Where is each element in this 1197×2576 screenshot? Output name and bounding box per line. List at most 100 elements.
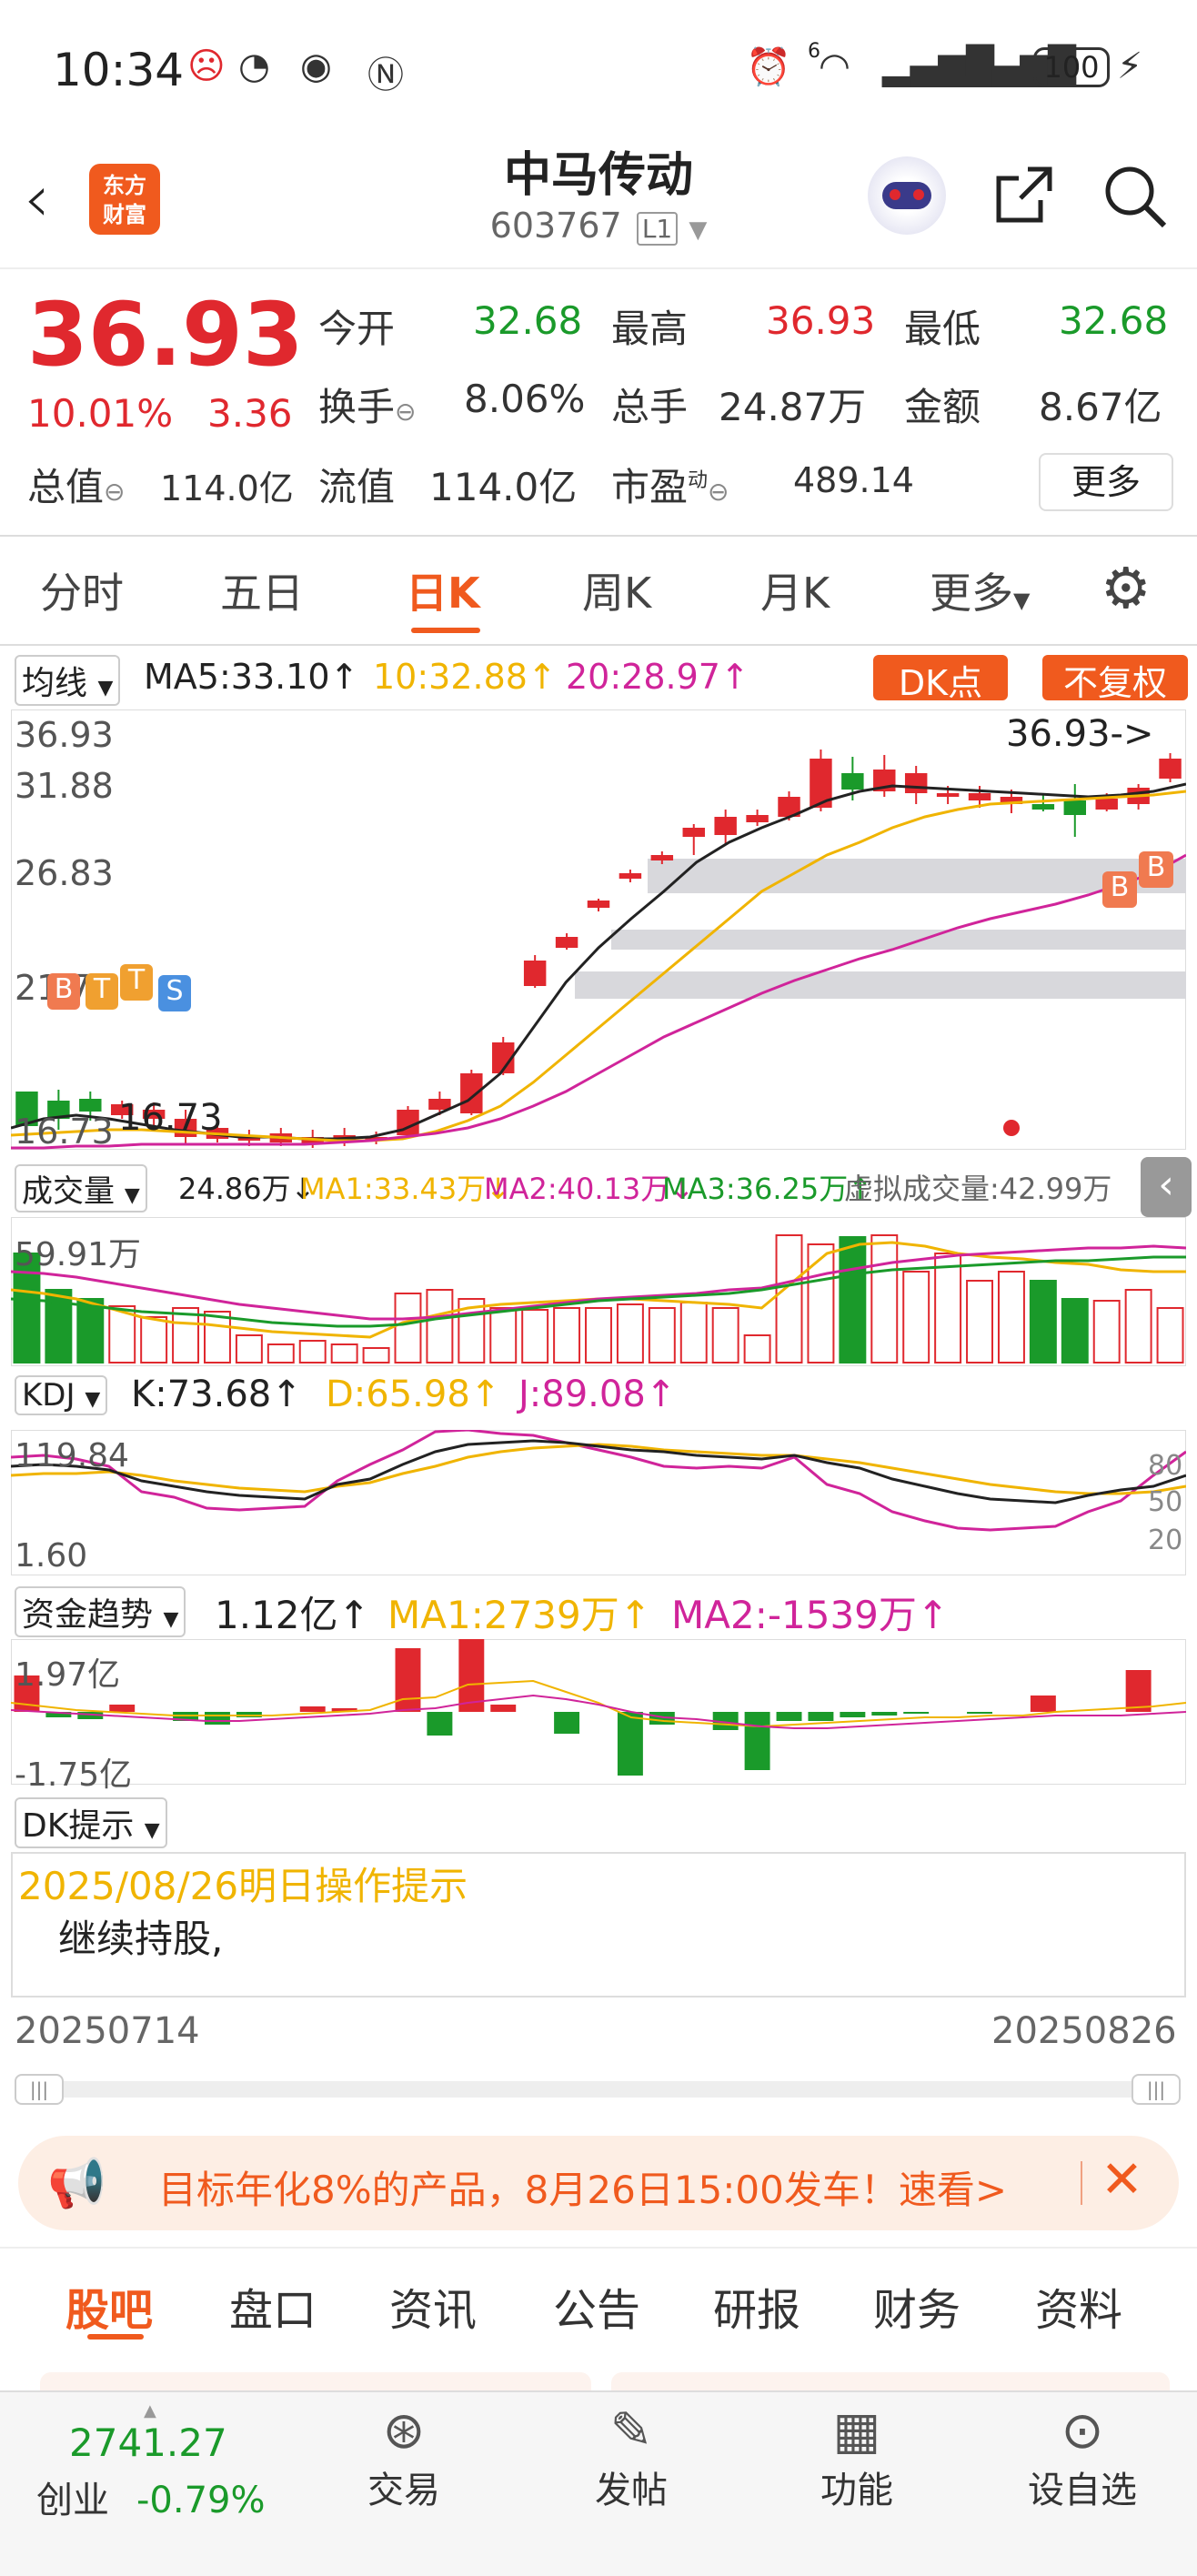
volume-bar [839, 1236, 867, 1363]
dk-tip-box: 2025/08/26明日操作提示 继续持股, [11, 1852, 1186, 1997]
range-slider-track[interactable] [18, 2081, 1179, 2098]
volume-select[interactable]: 成交量 ▼ [15, 1164, 147, 1213]
tab-finance[interactable]: 财务 [873, 2274, 961, 2338]
volume-bar [1124, 1289, 1152, 1363]
y-label-1: 36.93 [15, 715, 114, 755]
adjust-button[interactable]: 不复权 [1042, 655, 1188, 703]
turnover-label[interactable]: 换手⊖ [318, 377, 416, 432]
fund-trend-ma1: MA1:2739万↑ [387, 1593, 651, 1637]
volume-bar [1156, 1307, 1184, 1363]
fund-trend-bar [967, 1712, 992, 1714]
index-ticker[interactable]: ▲ 2741.27 创业 -0.79% [36, 2401, 291, 2523]
fund-trend-chart[interactable] [11, 1639, 1186, 1785]
collapse-panel-button[interactable]: ‹ [1141, 1157, 1192, 1217]
active-tab-indicator [411, 628, 480, 633]
signal-badge-t[interactable]: T [120, 964, 153, 1001]
volume-bar [648, 1307, 676, 1363]
mktcap-label[interactable]: 总值⊖ [27, 457, 125, 512]
tab-daily-k[interactable]: 日K [406, 560, 480, 620]
signal-badge-b[interactable]: B [1102, 871, 1137, 908]
megaphone-icon: 📢 [47, 2157, 106, 2211]
volume-label: 总手 [611, 385, 689, 429]
tab-weekly-k[interactable]: 周K [582, 560, 651, 620]
candle [1159, 759, 1182, 779]
indicator-select[interactable]: 均线 ▼ [15, 655, 121, 706]
nav-add-watchlist-label: 设自选 [1028, 2470, 1137, 2511]
nfc-icon: Ⓝ [367, 55, 404, 96]
close-icon[interactable]: ✕ [1101, 2150, 1143, 2209]
tab-announcements[interactable]: 公告 [553, 2274, 640, 2338]
float-label: 流值 [318, 465, 396, 509]
fund-trend-bar [205, 1712, 230, 1725]
low-value: 32.68 [1059, 298, 1169, 343]
candle [968, 793, 991, 800]
nav-post[interactable]: ✎ 发帖 [540, 2401, 722, 2513]
kdj-chart[interactable] [11, 1430, 1186, 1575]
volume-y-top: 59.91万 [15, 1236, 142, 1273]
nav-post-label: 发帖 [595, 2470, 668, 2511]
more-quote-button[interactable]: 更多 [1039, 453, 1173, 511]
fund-trend-bar [427, 1712, 453, 1736]
pe-label[interactable]: 市盈动⊖ [611, 457, 729, 512]
signal-badge-b[interactable]: B [1139, 851, 1173, 888]
date-end: 20250826 [991, 2010, 1177, 2052]
wifi-icon: ◠ [819, 45, 850, 87]
high-label: 最高 [611, 307, 689, 351]
fund-trend-bar [490, 1705, 517, 1712]
volume-current: 24.86万↓ [178, 1172, 316, 1206]
range-slider-handle-right[interactable]: ||| [1132, 2074, 1181, 2105]
kline-chart[interactable] [11, 709, 1186, 1150]
volume-bar [743, 1334, 771, 1363]
signal-badge-s[interactable]: S [158, 975, 191, 1011]
change-percent: 10.01% [27, 391, 174, 436]
tab-news[interactable]: 资讯 [389, 2274, 477, 2338]
share-icon[interactable] [991, 164, 1055, 227]
gear-icon[interactable]: ⚙ [1101, 555, 1152, 621]
range-slider-handle-left[interactable]: ||| [15, 2074, 64, 2105]
tab-intraday[interactable]: 分时 [40, 560, 124, 620]
volume-bar [775, 1234, 803, 1363]
fund-trend-select[interactable]: 资金趋势 ▼ [15, 1586, 186, 1637]
signal-badge-t[interactable]: T [86, 973, 118, 1010]
candle [587, 901, 610, 908]
index-value: 2741.27 [69, 2420, 227, 2465]
volume-bar [585, 1307, 612, 1363]
kdj-d: D:65.98↑ [326, 1374, 501, 1415]
ad-text: 目标年化8%的产品，8月26日15:00发车！速看> [158, 2168, 1008, 2212]
kdj-j: J:89.08↑ [518, 1374, 677, 1415]
volume-bar [902, 1271, 930, 1363]
volume-bar [679, 1302, 708, 1363]
tab-profile[interactable]: 资料 [1035, 2274, 1122, 2338]
volume-bar [807, 1243, 835, 1363]
kdj-level-20: 20 [1148, 1524, 1183, 1556]
volume-bar [426, 1289, 454, 1363]
ad-banner[interactable]: 📢 目标年化8%的产品，8月26日15:00发车！速看> ✕ [18, 2136, 1179, 2230]
battery-icon: 100 [1033, 47, 1110, 87]
candle [460, 1073, 483, 1113]
tab-forum[interactable]: 股吧 [65, 2274, 153, 2338]
tab-monthly-k[interactable]: 月K [760, 560, 830, 620]
kdj-select[interactable]: KDJ ▼ [15, 1375, 108, 1415]
volume-bar [934, 1253, 962, 1363]
fund-trend-bar [109, 1705, 136, 1712]
volume-chart[interactable] [11, 1217, 1186, 1366]
volume-bar [330, 1343, 358, 1363]
dk-tip-select[interactable]: DK提示 ▼ [15, 1797, 167, 1848]
pe-value: 489.14 [793, 460, 914, 500]
tab-research[interactable]: 研报 [713, 2274, 800, 2338]
volume-bar [553, 1307, 581, 1363]
amount-label: 金额 [904, 385, 981, 429]
tab-five-day[interactable]: 五日 [220, 560, 304, 620]
amount-value: 8.67亿 [1039, 385, 1162, 429]
ai-robot-icon[interactable] [868, 156, 946, 235]
nav-functions-label: 功能 [820, 2470, 893, 2511]
tab-more-periods[interactable]: 更多▼ [930, 560, 1030, 620]
signal-badge-b[interactable]: B [47, 973, 80, 1010]
dk-point-button[interactable]: DK点 [873, 655, 1008, 703]
tab-order-book[interactable]: 盘口 [229, 2274, 317, 2338]
nav-add-watchlist[interactable]: ⊙ 设自选 [991, 2401, 1173, 2513]
nav-functions[interactable]: ▦ 功能 [766, 2401, 948, 2513]
search-icon[interactable] [1101, 162, 1170, 231]
nav-trade[interactable]: ⊛ 交易 [313, 2401, 495, 2513]
volume-bar [616, 1303, 644, 1363]
